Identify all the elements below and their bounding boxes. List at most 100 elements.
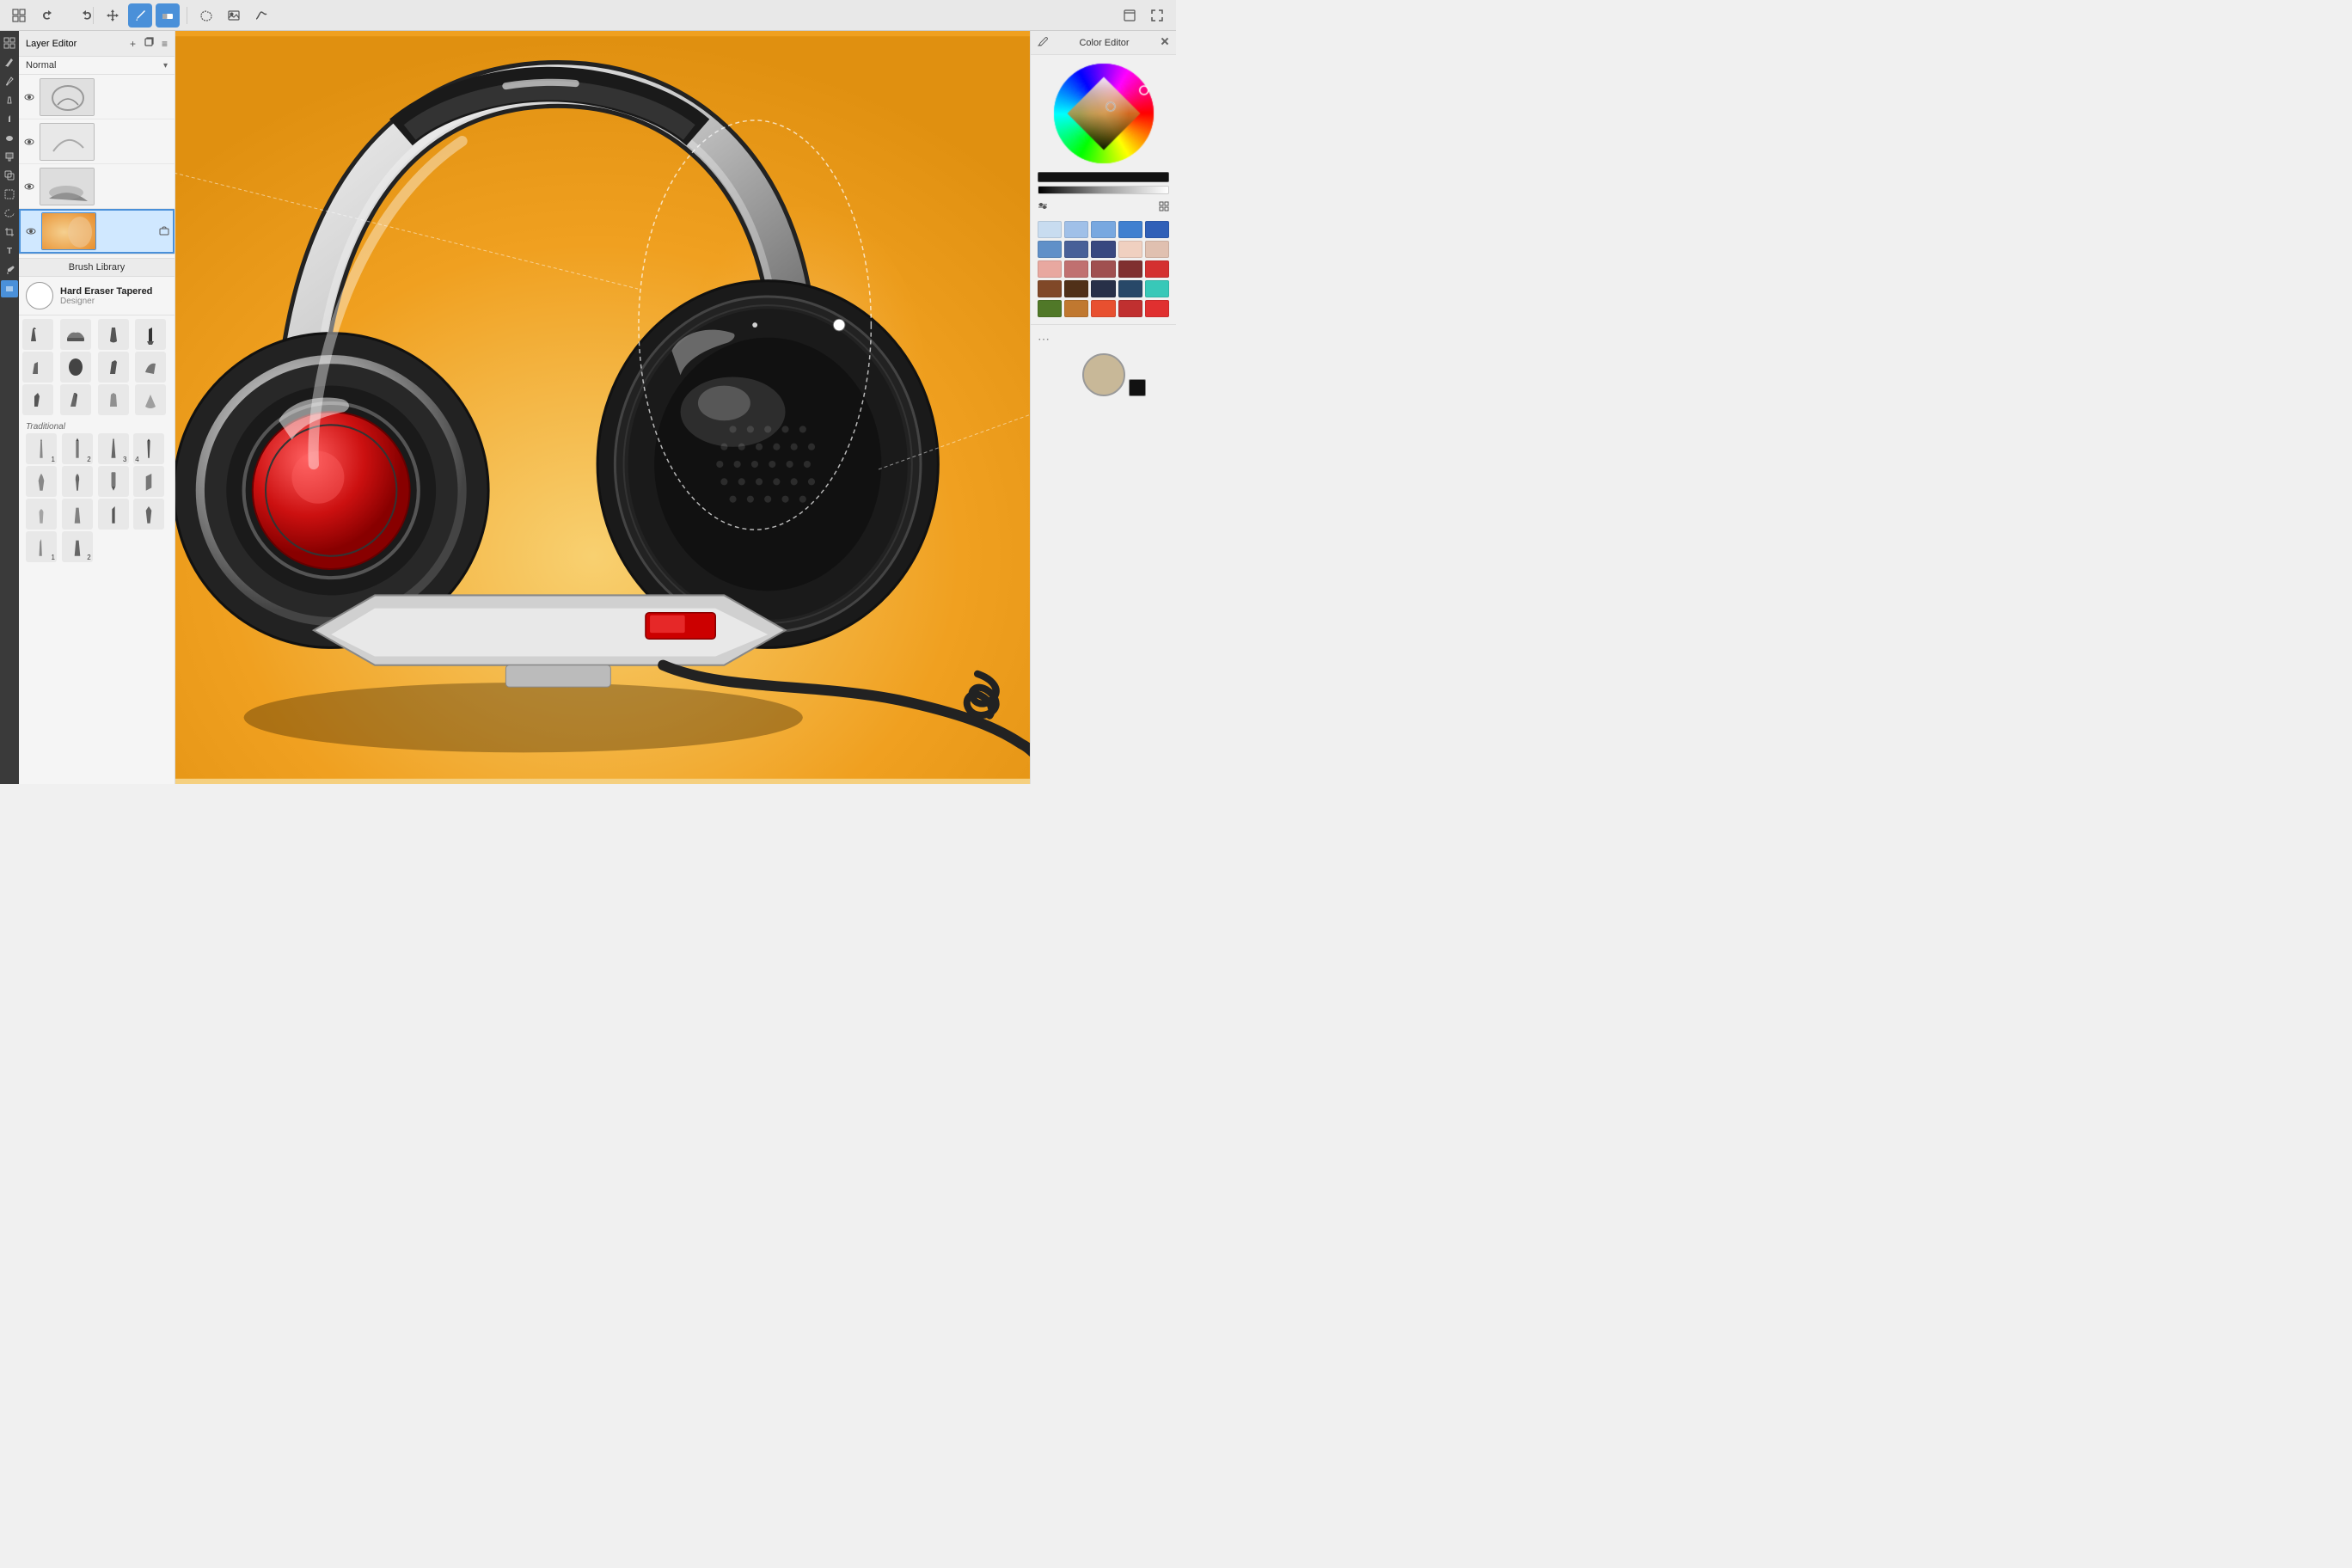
swatch-1-3[interactable] [1091, 221, 1115, 238]
vtool-fill[interactable] [1, 148, 18, 165]
blend-mode-row[interactable]: Normal ▾ [19, 57, 175, 75]
vtool-grid[interactable] [1, 34, 18, 52]
layer-item-2[interactable] [19, 119, 175, 164]
trad-brush-pencil-4[interactable]: 4 [133, 433, 164, 464]
trad-brush-pencil-3[interactable]: 3 [98, 433, 129, 464]
swatch-4-2[interactable] [1064, 280, 1088, 297]
color-wheel-container[interactable] [1031, 55, 1176, 172]
swatch-1-4[interactable] [1118, 221, 1142, 238]
canvas-area[interactable] [156, 31, 1030, 784]
fullscreen-btn[interactable] [1145, 3, 1169, 28]
vtool-text[interactable]: T [1, 242, 18, 260]
vtool-pencil[interactable] [1, 53, 18, 70]
swatch-4-3[interactable] [1091, 280, 1115, 297]
swatch-4-1[interactable] [1038, 280, 1062, 297]
swatch-5-5[interactable] [1145, 300, 1169, 317]
swatch-5-3[interactable] [1091, 300, 1115, 317]
layer-item-3[interactable] [19, 164, 175, 209]
swatch-2-2[interactable] [1064, 241, 1088, 258]
brush-item-6[interactable] [60, 352, 91, 383]
trad-brush-calligraphy[interactable] [133, 466, 164, 497]
image-btn[interactable] [222, 3, 246, 28]
black-color-bar[interactable] [1038, 172, 1169, 182]
swatch-5-2[interactable] [1064, 300, 1088, 317]
swatch-2-1[interactable] [1038, 241, 1062, 258]
add-layer-btn[interactable]: + [130, 38, 136, 50]
brush-item-2[interactable] [60, 319, 91, 350]
vtool-select[interactable] [1, 186, 18, 203]
swatch-5-1[interactable] [1038, 300, 1062, 317]
redo-btn[interactable] [62, 3, 86, 28]
color-wheel-canvas[interactable] [1052, 62, 1155, 165]
brush-item-7[interactable] [98, 352, 129, 383]
layer-visibility-1[interactable] [22, 90, 36, 104]
swatch-5-4[interactable] [1118, 300, 1142, 317]
swatch-3-1[interactable] [1038, 260, 1062, 278]
lasso-btn[interactable] [194, 3, 218, 28]
color-editor-close[interactable] [1161, 37, 1169, 48]
trad-brush-tc[interactable] [98, 499, 129, 530]
grayscale-strip[interactable] [1038, 186, 1169, 194]
brush-item-9[interactable] [22, 384, 53, 415]
brush-tool-btn[interactable] [128, 3, 152, 28]
window-btn[interactable] [1118, 3, 1142, 28]
trad-brush-pencil-2[interactable]: 2 [62, 433, 93, 464]
trad-brush-td[interactable] [133, 499, 164, 530]
layer-visibility-3[interactable] [22, 180, 36, 193]
brush-item-5[interactable] [22, 352, 53, 383]
trad-brush-pencil-1[interactable]: 1 [26, 433, 57, 464]
vtool-eyedrop[interactable] [1, 261, 18, 279]
palette-grid-icon[interactable] [1159, 201, 1169, 214]
brush-item-12[interactable] [135, 384, 166, 415]
brush-item-1[interactable] [22, 319, 53, 350]
swatch-4-4[interactable] [1118, 280, 1142, 297]
swatch-2-3[interactable] [1091, 241, 1115, 258]
trad-brush-tb[interactable] [62, 499, 93, 530]
trad-brush-round[interactable] [62, 466, 93, 497]
layer-visibility-4[interactable] [24, 224, 38, 238]
duplicate-layer-btn[interactable] [143, 36, 155, 51]
layer-menu-btn[interactable]: ≡ [162, 38, 168, 50]
swatch-1-2[interactable] [1064, 221, 1088, 238]
trad-brush-ta[interactable] [26, 499, 57, 530]
secondary-color-swatch[interactable] [1129, 379, 1146, 396]
swatch-3-3[interactable] [1091, 260, 1115, 278]
trad-brush-marker[interactable] [98, 466, 129, 497]
vtool-active-layer[interactable] [1, 280, 18, 297]
vtool-lasso[interactable] [1, 205, 18, 222]
undo-btn[interactable] [34, 3, 58, 28]
brush-item-11[interactable] [98, 384, 129, 415]
blend-mode-select[interactable]: Normal [26, 60, 163, 70]
grid-toggle-btn[interactable] [7, 3, 31, 28]
layer-item-4-active[interactable] [19, 209, 175, 254]
swatch-2-5[interactable] [1145, 241, 1169, 258]
three-dots-icon[interactable]: ⋯ [1038, 332, 1050, 346]
layer-visibility-2[interactable] [22, 135, 36, 149]
brush-item-3[interactable] [98, 319, 129, 350]
curve-btn[interactable] [249, 3, 273, 28]
brush-item-8[interactable] [135, 352, 166, 383]
eraser-active-btn[interactable] [156, 3, 180, 28]
layer-item-1[interactable] [19, 75, 175, 119]
swatch-1-5[interactable] [1145, 221, 1169, 238]
swatch-3-2[interactable] [1064, 260, 1088, 278]
swatch-3-5[interactable] [1145, 260, 1169, 278]
swatch-3-4[interactable] [1118, 260, 1142, 278]
palette-settings-icon[interactable] [1038, 201, 1048, 214]
color-picker-icon[interactable] [1038, 36, 1048, 49]
swatch-4-5[interactable] [1145, 280, 1169, 297]
trad-brush-fan[interactable] [26, 466, 57, 497]
vtool-crop[interactable] [1, 224, 18, 241]
vtool-ink[interactable] [1, 110, 18, 127]
trad-brush-a2[interactable]: 2 [62, 531, 93, 562]
brush-item-4[interactable] [135, 319, 166, 350]
primary-color-swatch[interactable] [1082, 353, 1125, 396]
swatch-2-4[interactable] [1118, 241, 1142, 258]
vtool-marker[interactable] [1, 91, 18, 108]
swatch-1-1[interactable] [1038, 221, 1062, 238]
vtool-clone[interactable] [1, 167, 18, 184]
vtool-brush[interactable] [1, 72, 18, 89]
move-btn[interactable] [101, 3, 125, 28]
brush-item-10[interactable] [60, 384, 91, 415]
trad-brush-a1[interactable]: 1 [26, 531, 57, 562]
